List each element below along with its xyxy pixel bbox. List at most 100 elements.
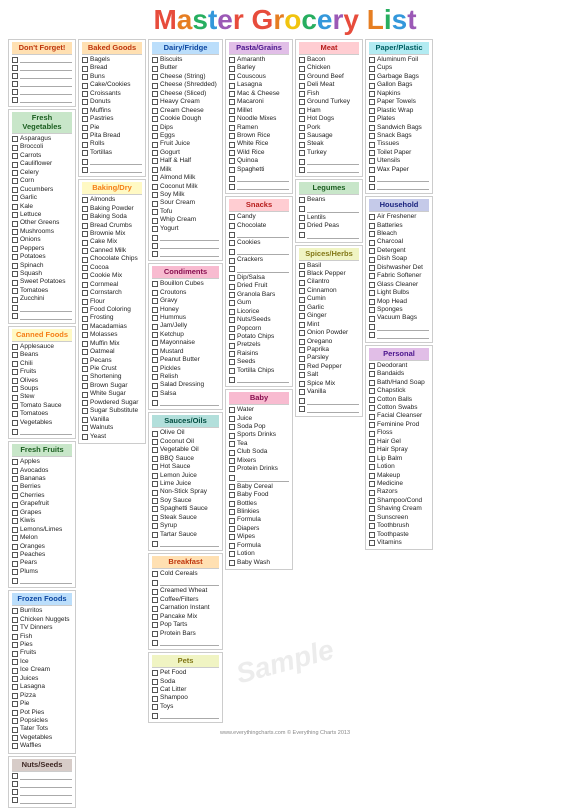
list-item: Zucchini	[12, 295, 72, 303]
list-item: Paprika	[299, 346, 359, 354]
list-item: Gallon Bags	[369, 81, 429, 89]
list-item: Gravy	[152, 297, 219, 305]
list-item: Lotion	[229, 550, 289, 558]
footer: www.everythingcharts.com © Everything Ch…	[0, 730, 570, 736]
list-item: Salad Dressing	[152, 381, 219, 389]
list-item: Bananas	[12, 475, 72, 483]
list-item: Chicken Nuggets	[12, 616, 72, 624]
list-item: Detergent	[369, 247, 429, 255]
list-item: Ground Beef	[299, 73, 359, 81]
list-item: Dips	[152, 124, 219, 132]
list-item: Cinnamon	[299, 287, 359, 295]
list-item: Onion Powder	[299, 329, 359, 337]
list-item: Cream Cheese	[152, 107, 219, 115]
list-item: Almonds	[82, 196, 142, 204]
list-item: Garbage Bags	[369, 73, 429, 81]
list-item: Avocados	[12, 467, 72, 475]
list-item: Applesauce	[12, 343, 72, 351]
checkbox[interactable]	[12, 73, 18, 79]
section-header-breakfast: Breakfast	[152, 556, 219, 569]
list-item: Pecans	[82, 357, 142, 365]
list-item: Deodorant	[369, 362, 429, 370]
list-item: Pancake Mix	[152, 613, 219, 621]
list-item: Kale	[12, 203, 72, 211]
list-item: Fish	[299, 90, 359, 98]
checkbox[interactable]	[12, 81, 18, 87]
list-item: Dried Fruit	[229, 282, 289, 290]
list-item: Chocolate Chips	[82, 255, 142, 263]
list-item: TV Dinners	[12, 624, 72, 632]
list-item: Chocolate	[229, 222, 289, 230]
list-item: Fish	[12, 633, 72, 641]
list-item: Coconut Oil	[152, 438, 219, 446]
list-item: Tofu	[152, 208, 219, 216]
section-meat: Meat Bacon Chicken Ground Beef Deli Meat…	[295, 39, 363, 177]
list-item: Pot Pies	[12, 709, 72, 717]
checkbox[interactable]	[12, 97, 18, 103]
list-item: Relish	[152, 373, 219, 381]
section-header-frozen-foods: Frozen Foods	[12, 593, 72, 606]
list-item: Garlic	[299, 304, 359, 312]
checkbox[interactable]	[12, 89, 18, 95]
list-item: Cotton Swabs	[369, 404, 429, 412]
list-item: Carnation Instant	[152, 604, 219, 612]
list-item: Bread Crumbs	[82, 222, 142, 230]
list-item: Brown Sugar	[82, 382, 142, 390]
checkbox[interactable]	[12, 57, 18, 63]
list-item: Popcorn	[229, 325, 289, 333]
list-item: Lotion	[369, 463, 429, 471]
list-item: Pretzels	[229, 341, 289, 349]
section-baking-dry: Baking/Dry Almonds Baking Powder Baking …	[78, 179, 146, 444]
list-item: Facial Cleanser	[369, 412, 429, 420]
list-item: Brown Rice	[229, 132, 289, 140]
list-item: Ginger	[299, 312, 359, 320]
list-item: Toothpaste	[369, 531, 429, 539]
list-item: Powdered Sugar	[82, 399, 142, 407]
list-item: Olive Oil	[152, 429, 219, 437]
list-item: Steak	[299, 140, 359, 148]
list-item: Cocoa	[82, 264, 142, 272]
list-item: Barley	[229, 64, 289, 72]
list-item: Ice	[12, 658, 72, 666]
main-grid: Don't Forget! Fresh Vegetables Asparagus…	[8, 39, 562, 722]
list-item: Cucumbers	[12, 186, 72, 194]
list-item: Heavy Cream	[152, 98, 219, 106]
list-item: Mixers	[229, 457, 289, 465]
list-item: Apples	[12, 458, 72, 466]
list-item: Baby Cereal	[229, 483, 289, 491]
list-item: Quinoa	[229, 157, 289, 165]
list-item: Plastic Wrap	[369, 107, 429, 115]
section-fresh-fruits: Fresh Fruits Apples Avocados Bananas Ber…	[8, 441, 76, 588]
list-item: Garlic	[12, 194, 72, 202]
list-item: Olives	[12, 377, 72, 385]
list-item: Lentils	[299, 214, 359, 222]
section-header-sauces-oils: Sauces/Oils	[152, 415, 219, 428]
list-item: Sponges	[369, 306, 429, 314]
list-item: White Rice	[229, 140, 289, 148]
list-item: Mayonnaise	[152, 339, 219, 347]
list-item: Licorice	[229, 308, 289, 316]
list-item: Carrots	[12, 152, 72, 160]
list-item: Macadamias	[82, 323, 142, 331]
list-item: Medicine	[369, 480, 429, 488]
list-item: Sandwich Bags	[369, 124, 429, 132]
col-1: Don't Forget! Fresh Vegetables Asparagus…	[8, 39, 76, 808]
section-baked-goods: Baked Goods Bagels Bread Buns Cake/Cooki…	[78, 39, 146, 177]
list-item: Shaving Cream	[369, 505, 429, 513]
section-header-personal: Personal	[369, 348, 429, 361]
list-item: Muffin Mix	[82, 340, 142, 348]
list-item: Lemon Juice	[152, 472, 219, 480]
list-item: Chili	[12, 360, 72, 368]
list-item: Bagels	[82, 56, 142, 64]
list-item: Cheese (Shredded)	[152, 81, 219, 89]
list-item: Yogurt	[152, 225, 219, 233]
list-item: Pop Tarts	[152, 621, 219, 629]
list-item: Makeup	[369, 472, 429, 480]
list-item: Broccoli	[12, 143, 72, 151]
list-item: Soy Milk	[152, 191, 219, 199]
list-item: Cat Litter	[152, 686, 219, 694]
list-item: Pastries	[82, 115, 142, 123]
list-item: Ground Turkey	[299, 98, 359, 106]
list-item: Nuts/Seeds	[229, 316, 289, 324]
checkbox[interactable]	[12, 65, 18, 71]
